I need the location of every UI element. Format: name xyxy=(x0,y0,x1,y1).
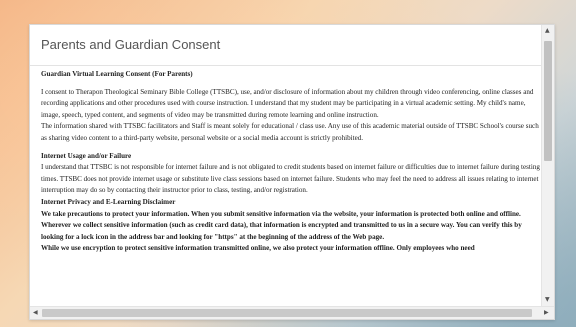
consent-document[interactable]: Guardian Virtual Learning Consent (For P… xyxy=(41,69,544,304)
vertical-scroll-thumb[interactable] xyxy=(544,41,552,161)
consent-paragraph-2: The information shared with TTSBC facili… xyxy=(41,122,539,142)
horizontal-scrollbar[interactable]: ◀ ▶ xyxy=(30,306,554,319)
internet-usage-paragraph: I understand that TTSBC is not responsib… xyxy=(41,163,540,195)
panel-header: Parents and Guardian Consent xyxy=(30,25,542,66)
scroll-left-icon[interactable]: ◀ xyxy=(33,309,38,316)
consent-paragraph-1: I consent to Therapon Theological Semina… xyxy=(41,87,534,119)
document-heading: Guardian Virtual Learning Consent (For P… xyxy=(41,70,193,78)
internet-usage-heading: Internet Usage and/or Failure xyxy=(41,151,132,160)
scroll-right-icon[interactable]: ▶ xyxy=(544,309,549,316)
vertical-scrollbar[interactable]: ▲ ▼ xyxy=(541,25,554,307)
privacy-paragraph-1: We take precautions to protect your info… xyxy=(41,209,521,218)
scroll-down-icon[interactable]: ▼ xyxy=(545,296,550,303)
panel-title: Parents and Guardian Consent xyxy=(41,37,221,52)
consent-panel: Parents and Guardian Consent Guardian Vi… xyxy=(29,24,555,320)
privacy-paragraph-3: While we use encryption to protect sensi… xyxy=(41,244,475,253)
horizontal-scroll-thumb[interactable] xyxy=(42,309,532,317)
privacy-paragraph-2: Wherever we collect sensitive informatio… xyxy=(41,221,522,241)
privacy-heading: Internet Privacy and E-Learning Disclaim… xyxy=(41,197,176,206)
scroll-up-icon[interactable]: ▲ xyxy=(545,27,550,34)
